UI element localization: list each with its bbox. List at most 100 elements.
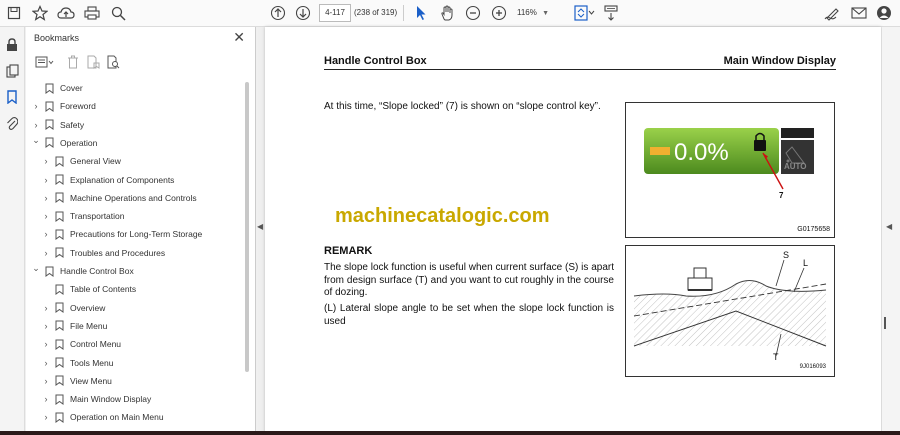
bookmark-item[interactable]: › Precautions for Long-Term Storage bbox=[40, 225, 202, 243]
bookmark-label: Handle Control Box bbox=[60, 266, 134, 276]
hand-tool-icon[interactable] bbox=[437, 3, 457, 23]
chevron-right-icon[interactable]: › bbox=[30, 120, 42, 130]
left-rail bbox=[0, 27, 25, 435]
bookmark-icon bbox=[52, 174, 66, 185]
bookmark-item[interactable]: › Safety bbox=[30, 116, 84, 134]
bookmark-item[interactable]: › Transportation bbox=[40, 207, 125, 225]
scroll-mode-icon[interactable] bbox=[601, 3, 621, 23]
save-icon[interactable] bbox=[4, 3, 24, 23]
search-bookmark-icon[interactable] bbox=[105, 54, 121, 70]
bookmark-item[interactable]: › Main Window Display bbox=[40, 390, 151, 408]
bookmark-item[interactable]: › Tools Menu bbox=[40, 354, 113, 372]
bookmark-label: File Menu bbox=[70, 320, 108, 331]
bookmark-item[interactable]: Cover bbox=[30, 79, 83, 97]
bookmark-item[interactable]: Table of Contents bbox=[40, 280, 136, 298]
close-icon[interactable]: ✕ bbox=[233, 29, 245, 46]
next-page-icon[interactable] bbox=[293, 3, 313, 23]
callout-number: 7 bbox=[779, 191, 784, 200]
display-value: 0.0% bbox=[674, 139, 729, 166]
top-toolbar: 4-117 (238 of 319) 116% ▼ bbox=[0, 0, 900, 27]
bookmark-item[interactable]: › Overview bbox=[40, 299, 105, 317]
delete-icon[interactable] bbox=[65, 54, 81, 70]
zoom-level-select[interactable]: 116% ▼ bbox=[515, 4, 551, 22]
bookmark-item[interactable]: › General View bbox=[40, 152, 121, 170]
chevron-right-icon[interactable]: › bbox=[40, 175, 52, 185]
chevron-right-icon[interactable]: › bbox=[40, 193, 52, 203]
right-rail: ◀ bbox=[882, 27, 900, 433]
previous-page-icon[interactable] bbox=[268, 3, 288, 23]
chevron-right-icon[interactable]: › bbox=[30, 101, 42, 111]
zoom-out-icon[interactable] bbox=[463, 3, 483, 23]
pane-splitter[interactable] bbox=[884, 317, 886, 329]
chevron-right-icon[interactable]: › bbox=[40, 358, 52, 368]
remark-heading: REMARK bbox=[324, 245, 373, 257]
chevron-down-icon[interactable]: ⌄ bbox=[30, 263, 42, 274]
header-rule bbox=[324, 69, 836, 70]
cloud-upload-icon[interactable] bbox=[56, 3, 76, 23]
bookmark-label: Safety bbox=[60, 119, 85, 130]
mail-icon[interactable] bbox=[849, 3, 869, 23]
chevron-down-icon[interactable]: ⌄ bbox=[30, 135, 42, 146]
bookmark-icon[interactable] bbox=[4, 89, 20, 105]
bookmark-label: Main Window Display bbox=[70, 394, 152, 405]
search-icon[interactable] bbox=[108, 3, 128, 23]
label-l: L bbox=[803, 258, 809, 268]
account-icon[interactable] bbox=[874, 3, 894, 23]
chevron-right-icon[interactable]: › bbox=[40, 339, 52, 349]
bookmark-icon bbox=[52, 320, 66, 332]
chevron-down-icon: ▼ bbox=[542, 10, 550, 17]
slope-diagram-figure: S L T 9J016093 bbox=[625, 245, 835, 377]
bookmark-icon bbox=[52, 284, 66, 295]
chevron-right-icon[interactable]: › bbox=[40, 156, 52, 166]
bookmark-icon bbox=[42, 101, 56, 112]
bookmark-item[interactable]: › View Menu bbox=[40, 372, 112, 390]
page-fit-icon[interactable] bbox=[572, 3, 598, 23]
bookmark-label: Machine Operations and Controls bbox=[70, 192, 197, 203]
bookmark-item[interactable]: ⌄ Operation bbox=[30, 134, 97, 152]
bookmark-label: Operation bbox=[60, 137, 98, 148]
bookmark-icon bbox=[52, 247, 66, 259]
bookmark-label: Precautions for Long-Term Storage bbox=[70, 229, 203, 240]
label-t: T bbox=[773, 352, 779, 362]
sign-pen-icon[interactable] bbox=[823, 3, 843, 23]
collapse-panel-icon[interactable]: ◀ bbox=[257, 222, 263, 231]
chevron-right-icon[interactable]: › bbox=[40, 412, 52, 422]
bookmarks-title: Bookmarks bbox=[34, 33, 80, 43]
print-icon[interactable] bbox=[82, 3, 102, 23]
bookmark-icon bbox=[52, 211, 66, 222]
bookmarks-scrollbar[interactable] bbox=[245, 82, 249, 372]
chevron-right-icon[interactable]: › bbox=[40, 303, 52, 313]
page-number-input[interactable]: 4-117 bbox=[319, 4, 351, 22]
zoom-in-icon[interactable] bbox=[489, 3, 509, 23]
chevron-right-icon[interactable]: › bbox=[40, 248, 52, 258]
label-s: S bbox=[783, 250, 790, 260]
page-thumbnails-icon[interactable] bbox=[4, 63, 20, 79]
collapse-right-icon[interactable]: ◀ bbox=[886, 222, 892, 231]
chevron-right-icon[interactable]: › bbox=[40, 321, 52, 331]
bookmark-options-icon[interactable] bbox=[34, 54, 56, 70]
select-cursor-icon[interactable] bbox=[411, 3, 431, 23]
chevron-right-icon[interactable]: › bbox=[40, 229, 52, 239]
taskbar-edge bbox=[0, 431, 900, 435]
star-icon[interactable] bbox=[30, 3, 50, 23]
figure-code: G0175658 bbox=[797, 226, 830, 233]
bookmark-item[interactable]: › Control Menu bbox=[40, 335, 121, 353]
new-bookmark-icon[interactable] bbox=[85, 54, 101, 70]
chevron-right-icon[interactable]: › bbox=[40, 394, 52, 404]
chevron-right-icon[interactable]: › bbox=[40, 211, 52, 221]
bookmark-icon bbox=[42, 266, 56, 277]
bookmark-label: Control Menu bbox=[70, 339, 122, 350]
bookmark-item[interactable]: › Explanation of Components bbox=[40, 171, 174, 189]
chevron-right-icon[interactable]: › bbox=[40, 376, 52, 386]
bookmark-item[interactable]: ⌄ Handle Control Box bbox=[30, 262, 134, 280]
bookmark-label: General View bbox=[70, 156, 121, 167]
bookmark-icon bbox=[52, 357, 66, 368]
bookmark-item[interactable]: › Troubles and Procedures bbox=[40, 244, 165, 262]
page-count: (238 of 319) bbox=[354, 8, 398, 17]
bookmark-item[interactable]: › File Menu bbox=[40, 317, 107, 335]
bookmark-item[interactable]: › Machine Operations and Controls bbox=[40, 189, 197, 207]
attachment-icon[interactable] bbox=[4, 115, 20, 131]
lock-icon[interactable] bbox=[4, 37, 20, 53]
bookmark-item[interactable]: › Foreword bbox=[30, 97, 96, 115]
bookmark-item[interactable]: › Operation on Main Menu bbox=[40, 408, 164, 426]
